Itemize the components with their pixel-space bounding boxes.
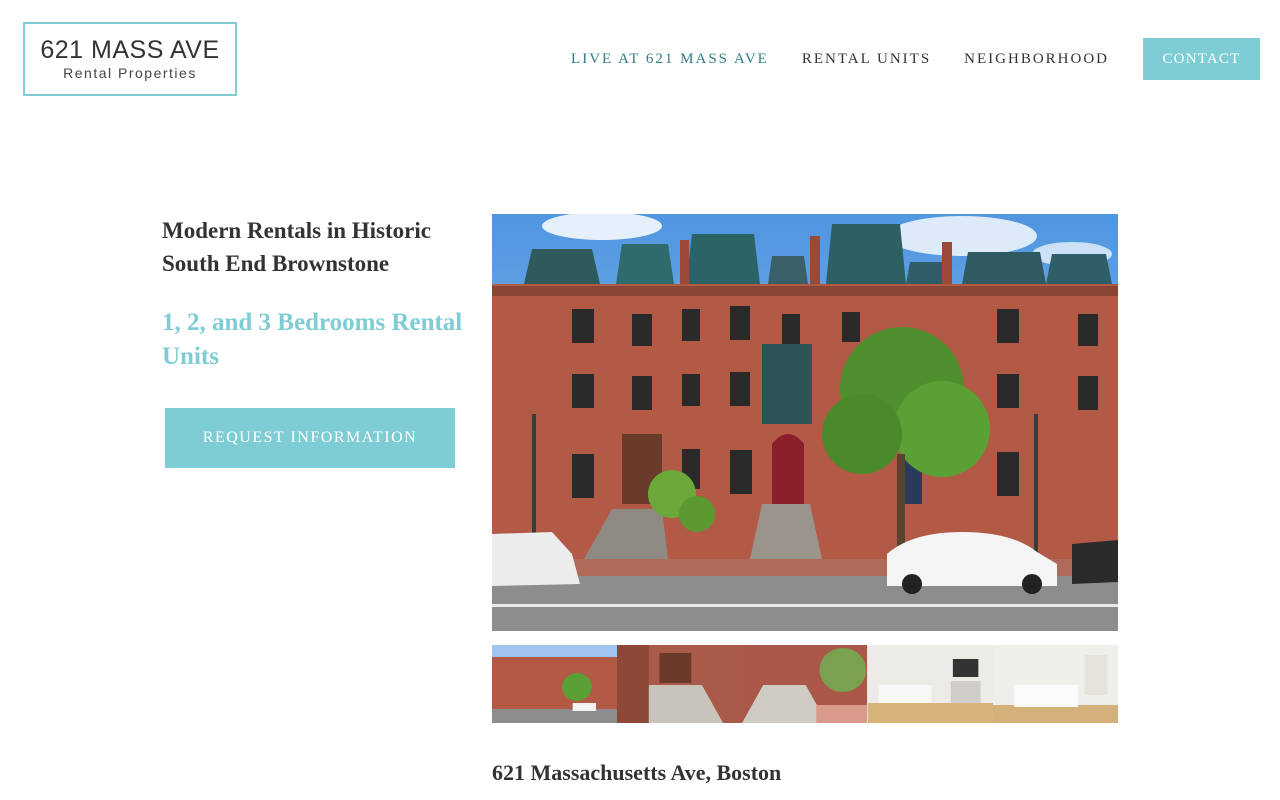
thumb-exterior-illustration <box>492 645 618 723</box>
logo-subtitle: Rental Properties <box>63 65 197 81</box>
nav-rental-units[interactable]: RENTAL UNITS <box>802 51 931 68</box>
main-building-photo <box>492 214 1118 631</box>
property-address: 621 Massachusetts Ave, Boston <box>492 760 782 785</box>
main-nav: LIVE AT 621 MASS AVE RENTAL UNITS NEIGHB… <box>538 38 1260 80</box>
thumbnail-bedroom[interactable] <box>992 645 1119 723</box>
thumb-street-illustration <box>742 645 868 723</box>
contact-button[interactable]: CONTACT <box>1143 38 1260 80</box>
request-information-button[interactable]: REQUEST INFORMATION <box>165 408 455 468</box>
brownstone-photo-illustration <box>492 214 1118 631</box>
thumbnail-strip <box>492 645 1119 723</box>
thumb-stairs-illustration <box>617 645 743 723</box>
hero-text: Modern Rentals in Historic South End Bro… <box>162 214 472 374</box>
thumbnail-front-stairs[interactable] <box>617 645 743 723</box>
thumbnail-living-room[interactable] <box>867 645 993 723</box>
thumb-bedroom-illustration <box>992 645 1119 723</box>
thumbnail-street-view[interactable] <box>742 645 868 723</box>
nav-neighborhood[interactable]: NEIGHBORHOOD <box>964 51 1109 68</box>
hero-headline: Modern Rentals in Historic South End Bro… <box>162 218 431 276</box>
site-logo[interactable]: 621 MASS AVE Rental Properties <box>23 22 237 96</box>
thumbnail-building-exterior[interactable] <box>492 645 618 723</box>
nav-live-at-621[interactable]: LIVE AT 621 MASS AVE <box>571 51 769 68</box>
hero-subhead: 1, 2, and 3 Bedrooms Rental Units <box>162 309 463 370</box>
thumb-living-illustration <box>867 645 993 723</box>
logo-title: 621 MASS AVE <box>40 36 220 64</box>
